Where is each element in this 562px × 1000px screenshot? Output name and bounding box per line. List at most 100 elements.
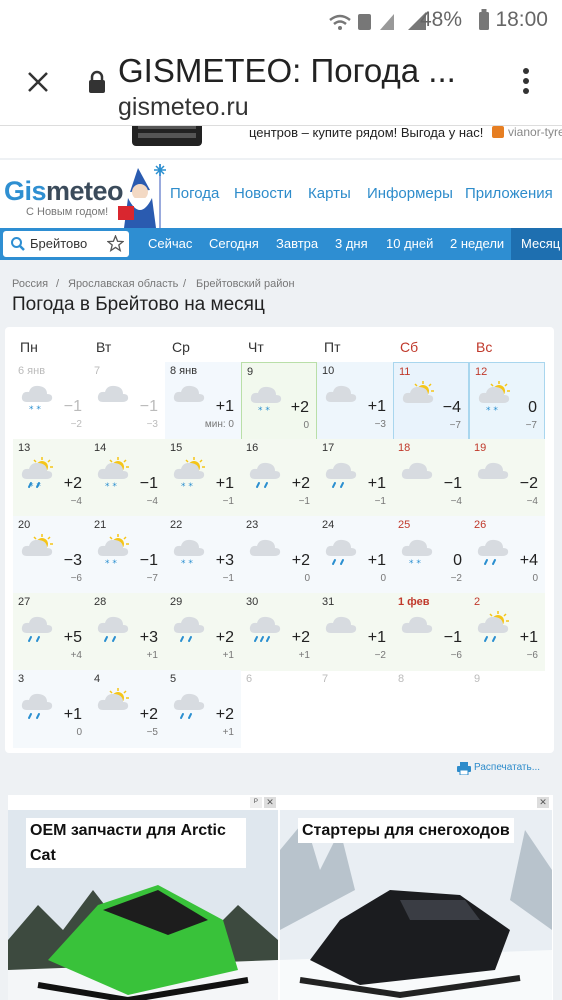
print-link[interactable]: Распечатать... (474, 762, 540, 773)
temp-min: +1 (298, 650, 310, 661)
day-number: 11 (399, 366, 411, 378)
temp-max: +2 (215, 706, 234, 723)
adchoices-icon[interactable]: ᴾ (250, 797, 262, 808)
page-title-bar[interactable]: GISMETEO: Погода ... (118, 52, 456, 90)
day-number: 16 (246, 442, 259, 454)
calendar-day[interactable]: 4 +2 −5 (89, 670, 165, 748)
tab-2-weeks[interactable]: 2 недели (450, 236, 504, 251)
search-input[interactable]: Брейтово (30, 236, 87, 251)
day-number: 1 фев (398, 596, 430, 608)
tab-3-days[interactable]: 3 дня (335, 236, 368, 251)
svg-text:* *: * * (181, 482, 193, 492)
breadcrumb-region[interactable]: Ярославская область (68, 278, 178, 290)
calendar-day[interactable]: 8 янв +1 мин: 0 (165, 362, 241, 440)
temp-max: +2 (290, 399, 309, 416)
temp-min: −1 (222, 573, 234, 584)
calendar-day[interactable]: 19 −2 −4 (469, 439, 545, 517)
close-icon[interactable] (26, 70, 50, 94)
calendar-day[interactable]: 31 +1 −2 (317, 593, 393, 671)
day-number: 2 (474, 596, 481, 608)
calendar-day[interactable]: 30 +2 +1 (241, 593, 317, 671)
day-number: 24 (322, 519, 335, 531)
temp-max: +1 (367, 475, 386, 492)
ad-card-arctic[interactable]: OEM запчасти для Arctic Cat (8, 810, 278, 1000)
tab-10-days[interactable]: 10 дней (386, 236, 433, 251)
day-number: 8 янв (170, 365, 198, 377)
temp-min: 0 (76, 727, 82, 738)
svg-text:* *: * * (181, 559, 193, 569)
calendar-day[interactable]: 22 * * +3 −1 (165, 516, 241, 594)
calendar-day[interactable]: 23 +2 0 (241, 516, 317, 594)
calendar-day[interactable]: 28 +3 +1 (89, 593, 165, 671)
favorite-star-icon[interactable] (107, 235, 124, 252)
calendar-day[interactable]: 3 +1 0 (13, 670, 89, 748)
sun-cloud-snow-weather-icon: * * (97, 534, 129, 569)
breadcrumb-russia[interactable]: Россия (12, 278, 48, 290)
calendar-day[interactable]: 16 +2 −1 (241, 439, 317, 517)
calendar-day[interactable]: 24 +1 0 (317, 516, 393, 594)
temp-min: −4 (450, 496, 462, 507)
nav-informers[interactable]: Информеры (367, 185, 453, 202)
printer-icon[interactable] (457, 762, 471, 775)
breadcrumb-district[interactable]: Брейтовский район (196, 278, 295, 290)
calendar-day[interactable]: 25 * * 0 −2 (393, 516, 469, 594)
url-bar[interactable]: gismeteo.ru (118, 93, 249, 122)
tab-tomorrow[interactable]: Завтра (276, 236, 318, 251)
calendar-day: 6 янв * * −1 −2 (13, 362, 89, 440)
calendar-day[interactable]: 12 * * 0 −7 (469, 362, 545, 440)
ad-close-icon[interactable]: ✕ (264, 797, 276, 808)
weekday-thu: Чт (248, 339, 264, 355)
day-number: 4 (94, 673, 101, 685)
lock-icon[interactable] (87, 70, 107, 94)
city-search[interactable]: Брейтово (3, 231, 129, 257)
temp-max: +1 (63, 706, 82, 723)
calendar-day[interactable]: 15 * * +1 −1 (165, 439, 241, 517)
day-number: 10 (322, 365, 335, 377)
calendar-day[interactable]: 29 +2 +1 (165, 593, 241, 671)
calendar-day[interactable]: 17 +1 −1 (317, 439, 393, 517)
day-number: 3 (18, 673, 25, 685)
temp-min: +1 (222, 727, 234, 738)
calendar-day[interactable]: 1 фев −1 −6 (393, 593, 469, 671)
tab-today[interactable]: Сегодня (209, 236, 259, 251)
calendar-day[interactable]: 10 +1 −3 (317, 362, 393, 440)
cloud-snow-weather-icon: * * (401, 539, 433, 569)
calendar-day[interactable]: 21 * * −1 −7 (89, 516, 165, 594)
calendar-day[interactable]: 14 * * −1 −4 (89, 439, 165, 517)
day-number: 25 (398, 519, 411, 531)
ad-close-icon[interactable]: ✕ (537, 797, 549, 808)
calendar-day[interactable]: 2 +1 −6 (469, 593, 545, 671)
calendar-day[interactable]: 9 * * +2 0 (241, 362, 317, 440)
more-menu-icon[interactable] (520, 66, 532, 98)
calendar-day[interactable]: 20 −3 −6 (13, 516, 89, 594)
cloud-weather-icon (401, 462, 433, 479)
top-ad-banner[interactable]: центров – купите рядом! Выгода у нас! vi… (0, 126, 562, 158)
cloud-snow-weather-icon: * * (21, 385, 53, 415)
gismeteo-logo[interactable]: Gismeteo (4, 176, 124, 207)
day-number: 17 (322, 442, 335, 454)
temp-max: +2 (139, 706, 158, 723)
temp-max: +2 (291, 629, 310, 646)
nav-apps[interactable]: Приложения (465, 185, 553, 202)
temp-min: +1 (146, 650, 158, 661)
nav-weather[interactable]: Погода (170, 185, 219, 202)
nav-maps[interactable]: Карты (308, 185, 351, 202)
calendar-day[interactable]: 13 * * +2 −4 (13, 439, 89, 517)
calendar-day[interactable]: 18 −1 −4 (393, 439, 469, 517)
nav-news[interactable]: Новости (234, 185, 292, 202)
sun-cloud-weather-icon (21, 534, 53, 556)
weekday-sun: Вс (476, 339, 493, 355)
calendar-day[interactable]: 27 +5 +4 (13, 593, 89, 671)
tab-now[interactable]: Сейчас (148, 236, 192, 251)
calendar-day[interactable]: 26 +4 0 (469, 516, 545, 594)
calendar-day[interactable]: 5 +2 +1 (165, 670, 241, 748)
signal-icons (329, 14, 394, 30)
temp-min: −4 (526, 496, 538, 507)
tab-month[interactable]: Месяц (511, 228, 562, 260)
calendar-day[interactable]: 11 −4 −7 (393, 362, 469, 440)
temp-min: −7 (449, 420, 461, 431)
ad-card-starters[interactable]: Стартеры для снегоходов (280, 810, 552, 1000)
day-number: 23 (246, 519, 259, 531)
temp-min: −5 (146, 727, 158, 738)
cloud-weather-icon (173, 385, 205, 402)
